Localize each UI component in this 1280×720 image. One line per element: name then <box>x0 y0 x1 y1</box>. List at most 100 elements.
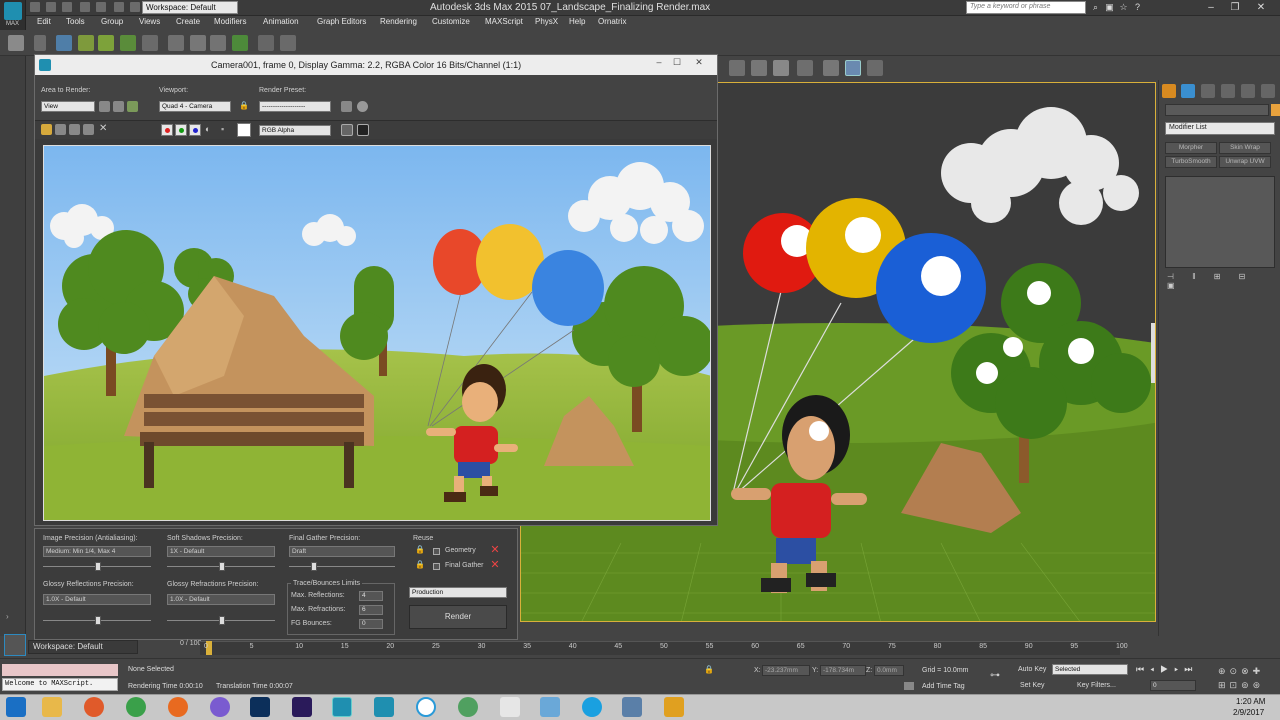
clone-frame-icon[interactable] <box>69 124 80 135</box>
help-icon[interactable]: ? <box>1132 2 1143 13</box>
w-app-icon[interactable] <box>416 697 436 717</box>
file-explorer-icon[interactable] <box>42 697 62 717</box>
auto-key-button[interactable]: Auto Key <box>1018 666 1046 673</box>
final-gather-slider[interactable] <box>289 561 395 571</box>
menu-group[interactable]: Group <box>101 17 123 26</box>
redo-icon[interactable] <box>96 2 106 12</box>
undo-icon[interactable] <box>80 2 90 12</box>
select-filter-icon[interactable] <box>78 35 94 51</box>
object-name-field[interactable] <box>1165 104 1269 116</box>
menu-ornatrix[interactable]: Ornatrix <box>598 17 626 26</box>
office-icon[interactable] <box>664 697 684 717</box>
monochrome-toggle[interactable]: ▪ <box>221 124 233 136</box>
glossy-refractions-field[interactable]: 1.0X - Default <box>167 594 275 605</box>
render-setup-small-icon[interactable] <box>341 101 352 112</box>
max-refractions-spinner[interactable]: 6 <box>359 605 383 615</box>
open-file-icon[interactable] <box>46 2 56 12</box>
environment-icon[interactable] <box>357 101 368 112</box>
link-icon[interactable] <box>8 35 24 51</box>
viewport-dropdown[interactable]: Quad 4 - Camera <box>159 101 231 112</box>
pivot-icon[interactable] <box>258 35 274 51</box>
unwrap-uvw-button[interactable]: Unwrap UVW <box>1219 156 1271 168</box>
rendered-frame-icon[interactable] <box>797 60 813 76</box>
menu-create[interactable]: Create <box>176 17 200 26</box>
utilities-tab-icon[interactable] <box>1261 84 1275 98</box>
blue-channel-toggle[interactable] <box>189 124 201 136</box>
maxscript-listener-input[interactable]: Welcome to MAXScript. <box>2 678 118 691</box>
key-filters-button[interactable]: Key Filters... <box>1077 682 1116 689</box>
set-key-button[interactable]: Set Key <box>1020 682 1045 689</box>
final-gather-field[interactable]: Draft <box>289 546 395 557</box>
star-icon[interactable]: ☆ <box>1118 2 1129 13</box>
menu-views[interactable]: Views <box>139 17 160 26</box>
production-dropdown[interactable]: Production <box>409 587 507 598</box>
3ds-max-icon[interactable] <box>332 697 352 717</box>
clear-icon[interactable]: ✕ <box>99 123 110 134</box>
auto-region-icon[interactable] <box>113 101 124 112</box>
glossy-reflections-slider[interactable] <box>43 615 151 625</box>
z-coordinate-field[interactable]: 0.0mm <box>874 665 904 676</box>
image-precision-slider[interactable] <box>43 561 151 571</box>
final-gather-lock-icon[interactable]: 🔒 <box>415 560 425 569</box>
start-button-icon[interactable] <box>6 697 26 717</box>
menu-help[interactable]: Help <box>569 17 585 26</box>
display-channel-dropdown[interactable]: RGB Alpha <box>259 125 331 136</box>
key-icon[interactable]: ⊶ <box>990 670 1000 681</box>
unlink-icon[interactable] <box>34 35 46 51</box>
clock-date[interactable]: 2/9/2017 <box>1233 708 1264 717</box>
binoculars-icon[interactable]: ⌕ <box>1090 2 1101 13</box>
arrow-icon[interactable]: › <box>6 612 18 622</box>
rotate-icon[interactable] <box>190 35 206 51</box>
after-effects-icon[interactable] <box>292 697 312 717</box>
maxscript-listener-output[interactable] <box>2 664 118 676</box>
render-button[interactable]: Render <box>409 605 507 629</box>
display-tab-icon[interactable] <box>1241 84 1255 98</box>
media-player-icon[interactable] <box>84 697 104 717</box>
menu-rendering[interactable]: Rendering <box>380 17 417 26</box>
max-reflections-spinner[interactable]: 4 <box>359 591 383 601</box>
edit-region-icon[interactable] <box>99 101 110 112</box>
soft-shadows-field[interactable]: 1X - Default <box>167 546 275 557</box>
search-input[interactable]: Type a keyword or phrase <box>966 1 1086 14</box>
y-coordinate-field[interactable]: -178.734m <box>820 665 866 676</box>
firefox-icon[interactable] <box>168 697 188 717</box>
material-editor-icon[interactable] <box>751 60 767 76</box>
chrome-icon[interactable] <box>126 697 146 717</box>
add-time-tag[interactable]: Add Time Tag <box>922 683 965 690</box>
viber-icon[interactable] <box>210 697 230 717</box>
menu-tools[interactable]: Tools <box>66 17 85 26</box>
folder-icon[interactable] <box>729 60 745 76</box>
morpher-button[interactable]: Morpher <box>1165 142 1217 154</box>
snap-icon[interactable] <box>280 35 296 51</box>
restore-button[interactable]: ❐ <box>1224 0 1246 16</box>
minimize-button[interactable]: – <box>1200 0 1222 16</box>
3ds-max-alt-icon[interactable] <box>374 697 394 717</box>
print-image-icon[interactable] <box>83 124 94 135</box>
workspace-icon[interactable] <box>130 2 140 12</box>
current-frame-field[interactable]: 0 <box>1150 680 1196 691</box>
modifier-stack[interactable] <box>1165 176 1275 268</box>
red-channel-toggle[interactable] <box>161 124 173 136</box>
soft-shadows-slider[interactable] <box>167 561 275 571</box>
menu-customize[interactable]: Customize <box>432 17 470 26</box>
move-icon[interactable] <box>168 35 184 51</box>
render-preset-dropdown[interactable]: -------------------- <box>259 101 331 112</box>
area-to-render-dropdown[interactable]: View <box>41 101 95 112</box>
menu-graph-editors[interactable]: Graph Editors <box>317 17 366 26</box>
clock-time[interactable]: 1:20 AM <box>1236 697 1265 706</box>
save-file-icon[interactable] <box>62 2 72 12</box>
image-precision-field[interactable]: Medium: Min 1/4, Max 4 <box>43 546 151 557</box>
color-app-icon[interactable] <box>458 697 478 717</box>
render-minimize-button[interactable]: – <box>651 57 667 67</box>
green-channel-toggle[interactable] <box>175 124 187 136</box>
toggle-ui-overlay-icon[interactable] <box>341 124 353 136</box>
select-by-name-icon[interactable] <box>120 35 136 51</box>
bind-spacewarp-icon[interactable] <box>56 35 72 51</box>
swatch-box[interactable] <box>237 123 251 137</box>
time-tag-icon[interactable] <box>904 682 914 690</box>
stack-controls[interactable]: ⊣ ‖ ⊞ ⊟ ▣ <box>1167 272 1277 290</box>
modify-tab-icon[interactable] <box>1181 84 1195 98</box>
alpha-channel-toggle[interactable]: ◐ <box>205 124 217 136</box>
toggle-ui-icon[interactable] <box>357 124 369 136</box>
render-setup-icon[interactable] <box>773 60 789 76</box>
